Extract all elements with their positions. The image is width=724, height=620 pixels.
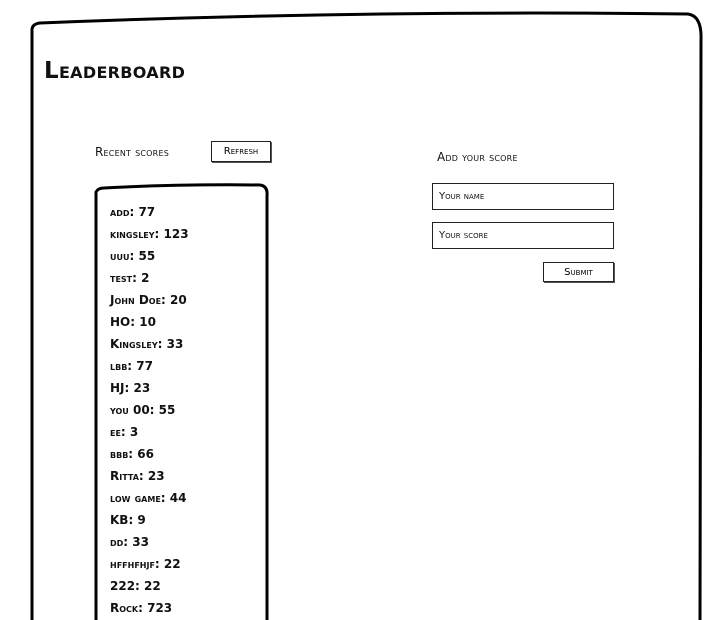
score-entry: add: 77 — [110, 205, 156, 219]
score-entry: uuu: 55 — [110, 249, 156, 263]
score-entry: low game: 44 — [110, 491, 187, 505]
score-entry: you 00: 55 — [110, 403, 176, 417]
score-entry: kingsley: 123 — [110, 227, 189, 241]
page-title: Leaderboard — [44, 58, 186, 84]
score-entry: HO: 10 — [110, 315, 156, 329]
refresh-button[interactable]: Refresh — [211, 141, 271, 162]
score-entry: John Doe: 20 — [110, 293, 187, 307]
score-entry: Ritta: 23 — [110, 469, 165, 483]
score-entry: HJ: 23 — [110, 381, 151, 395]
scores-list: add: 77 kingsley: 123 uuu: 55 test: 2 Jo… — [110, 201, 189, 619]
score-entry: lbb: 77 — [110, 359, 153, 373]
score-entry: Kingsley: 33 — [110, 337, 184, 351]
submit-button[interactable]: Submit — [543, 262, 614, 282]
add-score-label: Add your score — [437, 150, 518, 164]
score-entry: test: 2 — [110, 271, 150, 285]
score-entry: Rock: 723 — [110, 601, 173, 615]
recent-scores-label: Recent scores — [95, 145, 169, 159]
score-entry: bbb: 66 — [110, 447, 154, 461]
window-frame — [30, 11, 703, 620]
score-entry: ee: 3 — [110, 425, 139, 439]
score-entry: KB: 9 — [110, 513, 146, 527]
score-input[interactable] — [432, 222, 614, 249]
score-entry: dd: 33 — [110, 535, 149, 549]
score-entry: 222: 22 — [110, 579, 161, 593]
name-input[interactable] — [432, 183, 614, 210]
score-entry: hffhfhjf: 22 — [110, 557, 181, 571]
